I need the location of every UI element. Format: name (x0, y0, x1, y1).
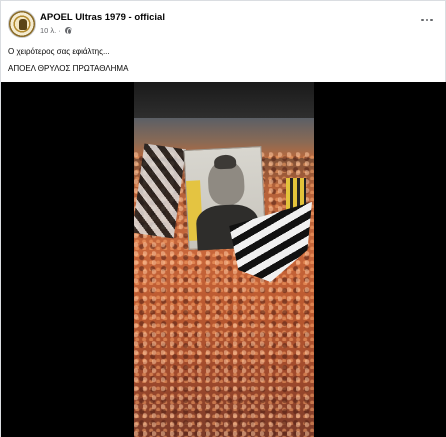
post-timestamp[interactable]: 10 λ. (40, 26, 56, 35)
more-options-button[interactable] (419, 13, 435, 27)
globe-icon[interactable] (64, 27, 72, 35)
caption-line: Ο χειρότερος σας εφιάλτης... (8, 47, 110, 56)
video-frame[interactable] (134, 82, 314, 437)
more-options-icon (421, 18, 424, 22)
video-letterbox (134, 82, 314, 118)
author-name[interactable]: APOEL Ultras 1979 - official (40, 12, 165, 23)
post-header: APOEL Ultras 1979 - official 10 λ. · (1, 1, 446, 43)
caption-line: ΑΠΟΕΛ ΘΡΥΛΟΣ ΠΡΩΤΑΘΛΗΜΑ (8, 64, 129, 73)
banner-portrait-face (207, 160, 246, 206)
video-player[interactable] (1, 82, 446, 437)
page-avatar[interactable] (8, 10, 36, 38)
meta-separator: · (58, 26, 61, 35)
more-options-icon-dot (425, 18, 429, 22)
post-meta: 10 λ. · (40, 26, 72, 35)
facebook-post: APOEL Ultras 1979 - official 10 λ. · Ο χ… (0, 0, 446, 437)
post-caption: Ο χειρότερος σας εφιάλτης... ΑΠΟΕΛ ΘΡΥΛΟ… (8, 45, 428, 75)
more-options-icon-dot (430, 18, 433, 22)
